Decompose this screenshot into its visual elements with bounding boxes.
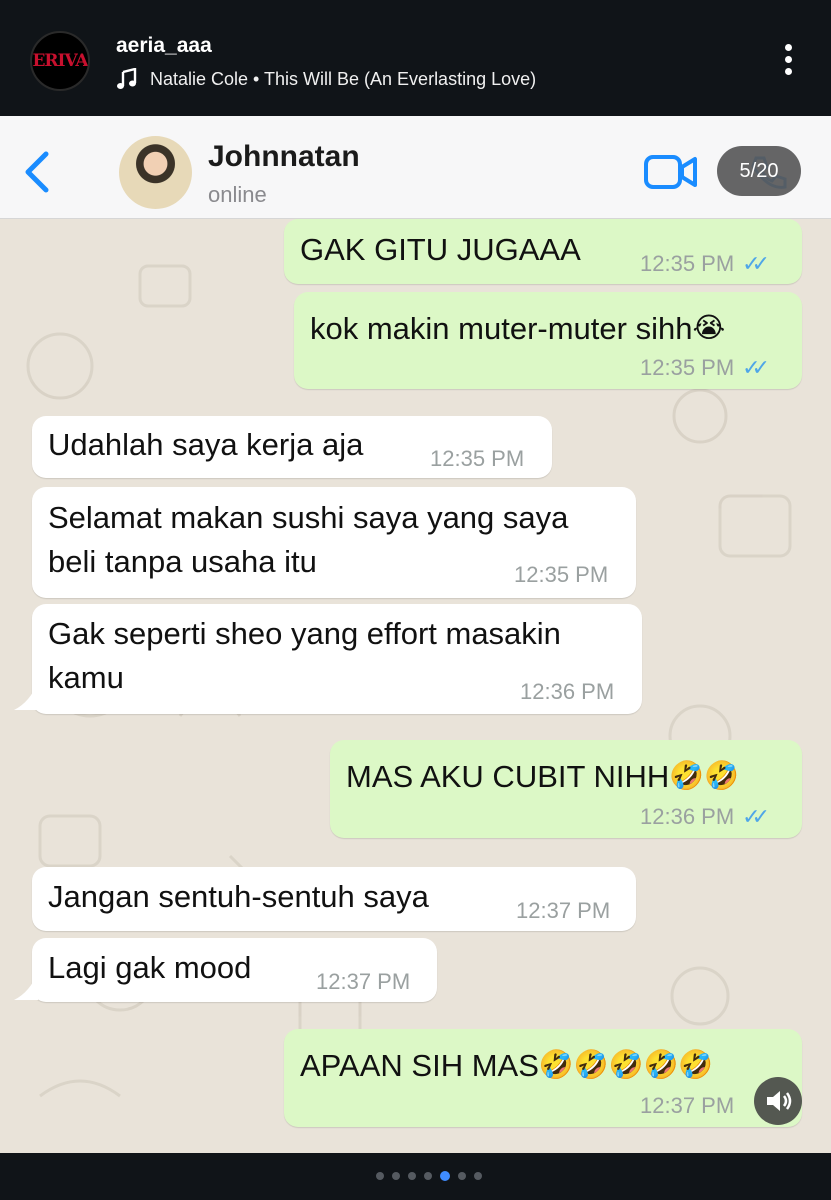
message-line: Gak seperti sheo yang effort masakin [48,616,561,651]
contact-avatar[interactable] [119,136,192,209]
message-time: 12:37 PM [516,898,611,923]
crying-emoji-icon: 😭 [692,312,726,343]
message-bubble-outgoing[interactable]: GAK GITU JUGAAA 12:35 PM ✓✓ [284,219,802,284]
message-text: GAK GITU JUGAAA [300,232,581,267]
speaker-icon[interactable] [754,1077,802,1125]
chat-screen: Johnnatan online 5/20 GAK GITU JUGAAA 12… [0,116,831,1153]
laughing-emoji-icon: 🤣🤣 [669,760,739,791]
message-text: kok makin muter-muter sihh😭 [310,306,725,351]
message-text-content: APAAN SIH MAS [300,1048,539,1083]
avatar-logo-text: ERIVA [32,51,88,71]
pagination-dot[interactable] [408,1172,416,1180]
message-bubble-outgoing[interactable]: MAS AKU CUBIT NIHH🤣🤣 12:36 PM ✓✓ [330,740,802,838]
message-bubble-outgoing[interactable]: kok makin muter-muter sihh😭 12:35 PM ✓✓ [294,292,802,389]
chat-header: Johnnatan online 5/20 [0,116,831,219]
pagination-dot[interactable] [474,1172,482,1180]
message-time: 12:37 PM [640,1093,735,1118]
pagination-dot[interactable] [458,1172,466,1180]
message-time: 12:35 PM [640,355,735,380]
message-meta: 12:35 PM ✓✓ [640,355,770,381]
laughing-emoji-icon: 🤣🤣🤣🤣🤣 [538,1049,714,1080]
contact-name[interactable]: Johnnatan [208,140,360,174]
message-bubble-incoming[interactable]: Gak seperti sheo yang effort masakin kam… [32,604,642,714]
message-bubble-outgoing[interactable]: APAAN SIH MAS🤣🤣🤣🤣🤣 12:37 PM [284,1029,802,1127]
message-text-content: MAS AKU CUBIT NIHH [346,759,670,794]
contact-status: online [208,182,267,207]
message-meta: 12:35 PM ✓✓ [640,251,770,277]
story-username[interactable]: aeria_aaa [116,34,212,58]
bubble-tail [14,972,38,1000]
message-line: kamu [48,660,124,695]
read-ticks-icon: ✓✓ [742,251,770,276]
message-text: Udahlah saya kerja aja [48,427,364,462]
message-line: Selamat makan sushi saya yang saya [48,500,569,535]
message-line: beli tanpa usaha itu [48,544,317,579]
message-meta: 12:36 PM ✓✓ [640,804,770,830]
bubble-tail [14,682,38,710]
story-header: ERIVA aeria_aaa Natalie Cole • This Will… [0,0,831,116]
message-text: Jangan sentuh-sentuh saya [48,879,429,914]
read-ticks-icon: ✓✓ [742,804,770,829]
message-text: Lagi gak mood [48,950,252,985]
pagination-dot[interactable] [376,1172,384,1180]
message-text: APAAN SIH MAS🤣🤣🤣🤣🤣 [300,1043,713,1088]
message-text: Gak seperti sheo yang effort masakin kam… [48,612,561,700]
story-progress-bar [0,1153,831,1200]
message-text: Selamat makan sushi saya yang saya beli … [48,496,568,584]
back-chevron-icon[interactable] [22,150,52,194]
message-time: 12:35 PM [430,446,525,471]
message-text-content: kok makin muter-muter sihh [310,311,693,346]
more-vertical-icon[interactable] [778,44,798,80]
read-ticks-icon: ✓✓ [742,355,770,380]
message-time: 12:36 PM [520,679,615,704]
message-time: 12:35 PM [514,562,609,587]
message-bubble-incoming[interactable]: Lagi gak mood 12:37 PM [32,938,437,1002]
message-bubble-incoming[interactable]: Udahlah saya kerja aja 12:35 PM [32,416,552,478]
pagination-dot[interactable] [392,1172,400,1180]
message-text: MAS AKU CUBIT NIHH🤣🤣 [346,754,739,799]
story-music[interactable]: Natalie Cole • This Will Be (An Everlast… [116,68,536,90]
pagination-dot[interactable] [424,1172,432,1180]
message-time: 12:35 PM [640,251,735,276]
message-bubble-incoming[interactable]: Jangan sentuh-sentuh saya 12:37 PM [32,867,636,931]
story-avatar[interactable]: ERIVA [30,31,90,91]
pagination-dots [376,1171,482,1181]
story-counter: 5/20 [717,146,801,196]
music-label: Natalie Cole • This Will Be (An Everlast… [150,68,537,89]
message-bubble-incoming[interactable]: Selamat makan sushi saya yang saya beli … [32,487,636,598]
message-meta: 12:37 PM [640,1093,734,1119]
pagination-dot-active[interactable] [440,1171,450,1181]
video-call-icon[interactable] [644,154,698,190]
message-time: 12:37 PM [316,969,411,994]
music-note-icon [117,68,137,89]
message-time: 12:36 PM [640,804,735,829]
